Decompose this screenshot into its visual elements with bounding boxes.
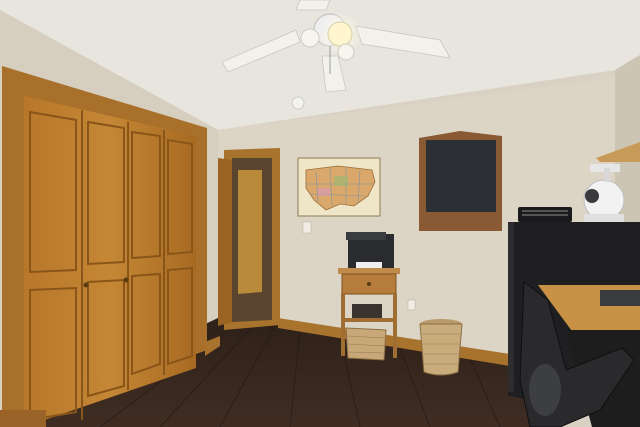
fan-blade-top [295, 0, 331, 11]
chair-arm [0, 410, 46, 427]
closet-knob [83, 282, 89, 288]
drawer-knob [367, 282, 371, 286]
small-box [352, 304, 382, 318]
chair-mesh [529, 364, 561, 416]
cabinet-side [508, 222, 514, 392]
wicker-basket [419, 323, 463, 376]
map-pink-area [318, 188, 330, 196]
room-scene [0, 0, 640, 427]
closet-knob-2 [123, 277, 129, 283]
laptop [600, 290, 640, 306]
open-door [238, 170, 262, 294]
fan-light-right [337, 43, 355, 61]
door-left-leaf [218, 158, 232, 326]
printer-top [346, 232, 386, 240]
printer-paper [356, 262, 382, 268]
table-shelf [343, 318, 395, 322]
outlet [407, 299, 416, 311]
table-leg-right [393, 294, 397, 358]
room-photo [0, 0, 640, 427]
fan-light-left [300, 28, 320, 48]
map-green-area [334, 176, 348, 186]
shelf-lamp [604, 168, 610, 182]
smoke-detector [291, 96, 305, 110]
side-table-top [338, 268, 400, 274]
light-switch [302, 221, 312, 234]
chalkboard [426, 140, 496, 212]
fan-light-bulb [327, 21, 353, 47]
camera-lens [585, 189, 599, 203]
table-leg-left [341, 294, 345, 356]
camera-base [584, 214, 624, 222]
